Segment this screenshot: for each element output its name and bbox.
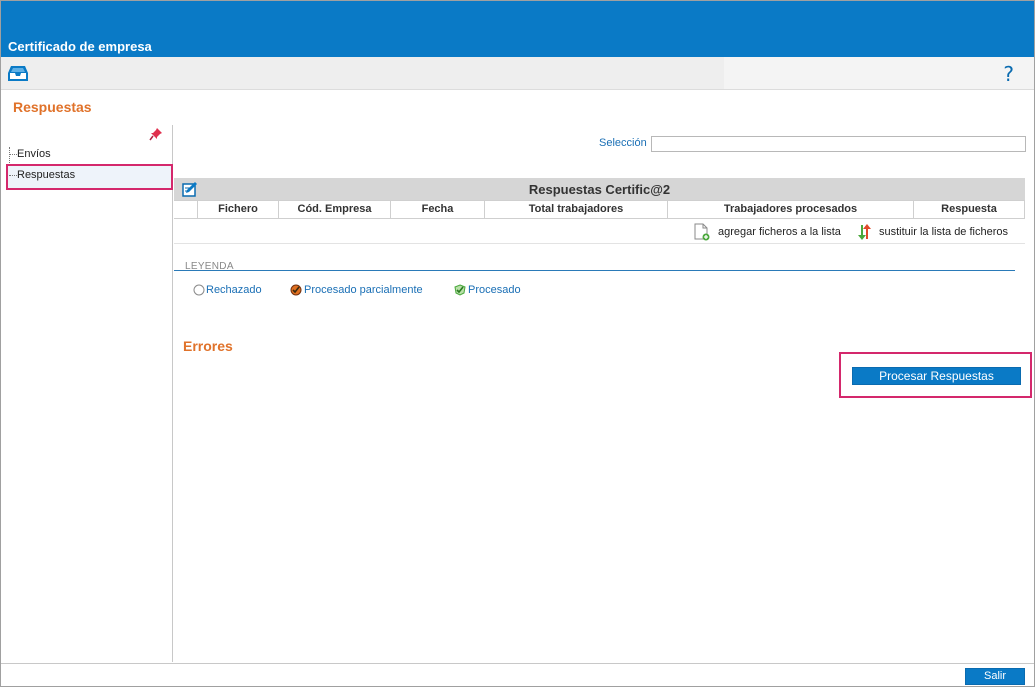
window-title: Certificado de empresa — [8, 39, 152, 54]
replace-files-icon[interactable] — [856, 223, 874, 241]
title-bar: Certificado de empresa — [1, 1, 1034, 57]
grid-column-headers: Fichero Cód. Empresa Fecha Total trabaja… — [174, 200, 1025, 219]
legend-procesado-parcialmente: Procesado parcialmente — [304, 284, 423, 296]
exit-button[interactable]: Salir — [965, 668, 1025, 685]
empty-circle-icon — [193, 284, 205, 296]
legend-divider — [174, 270, 1015, 271]
help-icon[interactable]: ? — [1003, 62, 1014, 86]
replace-files-link[interactable]: sustituir la lista de ficheros — [879, 226, 1008, 238]
app-window: Certificado de empresa ? Respuestas Enví… — [0, 0, 1035, 687]
pin-icon[interactable] — [149, 127, 163, 141]
sidebar: Envíos Respuestas — [1, 125, 173, 662]
toolbar-right-area — [724, 57, 1034, 89]
bottom-bar — [1, 663, 1034, 686]
tree-connector — [9, 154, 17, 155]
add-file-icon[interactable] — [694, 223, 710, 241]
selection-input[interactable] — [651, 136, 1026, 152]
column-header-trabajadores-procesados[interactable]: Trabajadores procesados — [667, 201, 913, 218]
page-title: Respuestas — [13, 99, 92, 115]
inbox-icon[interactable] — [7, 62, 29, 84]
add-files-link[interactable]: agregar ficheros a la lista — [718, 226, 841, 238]
process-responses-button[interactable]: Procesar Respuestas — [852, 367, 1021, 385]
check-icon — [454, 284, 466, 296]
toolbar: ? — [1, 57, 1034, 90]
column-header-respuesta[interactable]: Respuesta — [913, 201, 1025, 218]
partial-icon — [290, 284, 302, 296]
legend-procesado: Procesado — [468, 284, 521, 296]
selection-label: Selección — [599, 137, 647, 149]
column-header-cod-empresa[interactable]: Cód. Empresa — [278, 201, 390, 218]
column-header-fecha[interactable]: Fecha — [390, 201, 484, 218]
sidebar-item-respuestas[interactable]: Respuestas — [17, 169, 75, 181]
grid-title: Respuestas Certific@2 — [528, 182, 671, 197]
grid-actions: agregar ficheros a la lista sustituir la… — [174, 220, 1025, 244]
grid-header: Respuestas Certific@2 — [174, 178, 1025, 200]
tree-connector — [9, 175, 17, 176]
errors-title: Errores — [183, 338, 233, 354]
legend-rechazado: Rechazado — [206, 284, 262, 296]
sidebar-item-envios[interactable]: Envíos — [17, 148, 51, 160]
column-header-total-trabajadores[interactable]: Total trabajadores — [484, 201, 667, 218]
column-header-fichero[interactable]: Fichero — [197, 201, 278, 218]
